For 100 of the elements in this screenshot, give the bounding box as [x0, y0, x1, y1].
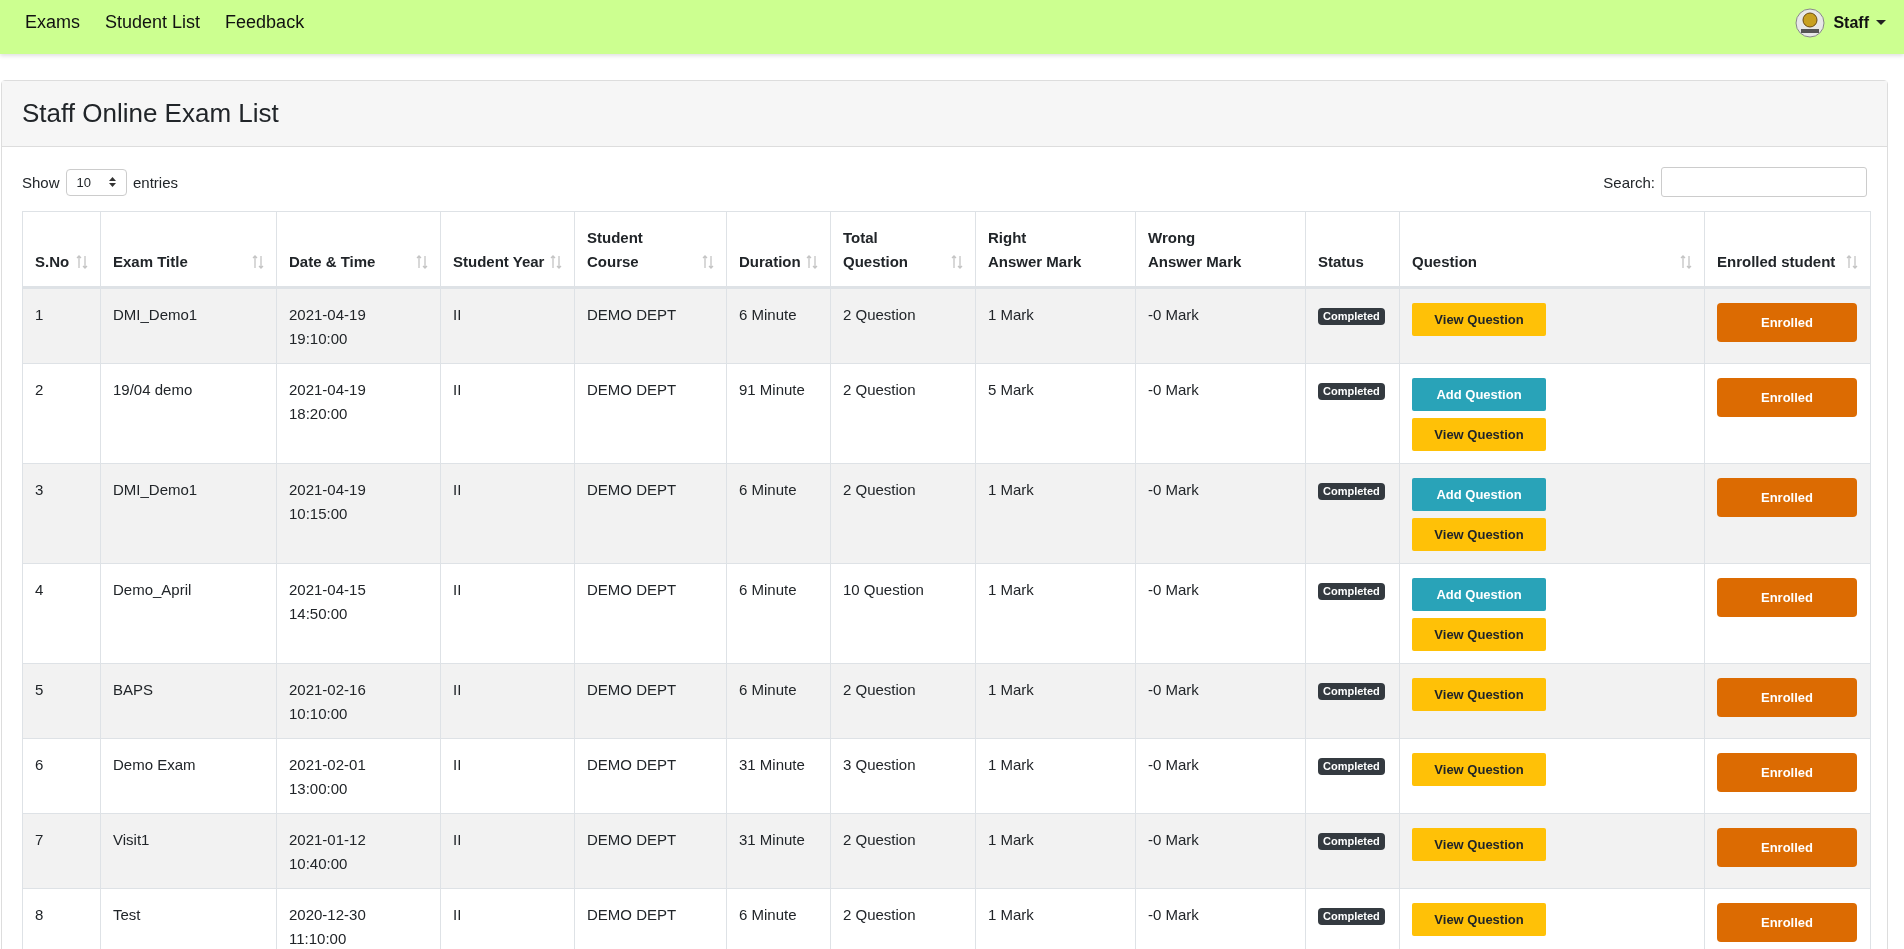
table-cell-text: DEMO DEPT — [587, 480, 677, 500]
table-cell-text: -0 Mark — [1148, 755, 1199, 775]
status-badge: Completed — [1318, 758, 1385, 775]
updown-icon — [109, 177, 116, 187]
emblem-icon — [1795, 8, 1826, 38]
sort-icon[interactable] — [1846, 255, 1858, 269]
column-header[interactable]: Duration — [739, 250, 801, 274]
column-header: Status — [1318, 252, 1364, 272]
table-cell-text: 1 Mark — [988, 830, 1034, 850]
nav-link[interactable]: Student List — [96, 12, 201, 33]
caret-icon — [1876, 20, 1886, 26]
show-label: Show — [22, 173, 60, 191]
sort-icon[interactable] — [252, 255, 264, 269]
search-label: Search: — [1603, 173, 1655, 191]
column-header[interactable]: Exam Title — [113, 250, 188, 274]
table-cell-text: Test — [113, 905, 141, 925]
sort-icon[interactable] — [806, 255, 818, 269]
table-cell-text: 91 Minute — [739, 380, 805, 400]
table-cell-text: -0 Mark — [1148, 580, 1199, 600]
table-cell-text: DMI_Demo1 — [113, 305, 198, 325]
table-cell-text: DEMO DEPT — [587, 580, 677, 600]
table-cell-text: 3 — [35, 480, 44, 500]
status-badge: Completed — [1318, 683, 1385, 700]
view-question-button[interactable]: View Question — [1412, 418, 1546, 451]
table-cell-text: 8 — [35, 905, 44, 925]
table-cell-text: II — [453, 830, 462, 850]
table-cell-text: 1 Mark — [988, 680, 1034, 700]
table-cell-text: 6 Minute — [739, 480, 797, 500]
table-cell-text: 1 Mark — [988, 580, 1034, 600]
table-cell-text: 2 Question — [843, 305, 916, 325]
table-cell-text: 10 Question — [843, 580, 924, 600]
table-cell-text: 1 — [35, 305, 44, 325]
column-header[interactable]: Student Year — [453, 250, 545, 274]
table-cell-text: DEMO DEPT — [587, 380, 677, 400]
table-cell-text: DMI_Demo1 — [113, 480, 198, 500]
page-title: Staff Online Exam List — [22, 98, 279, 129]
column-header[interactable]: Enrolled student — [1717, 250, 1836, 274]
table-cell-text: -0 Mark — [1148, 830, 1199, 850]
table-cell-text: 6 — [35, 755, 44, 775]
table-cell-text: 2021-04-19 19:10:00 — [289, 305, 367, 349]
table-cell-text: 31 Minute — [739, 755, 805, 775]
table-cell-text: 2 Question — [843, 680, 916, 700]
table-cell-text: 1 Mark — [988, 305, 1034, 325]
search-field[interactable] — [1661, 167, 1867, 197]
table-cell-text: 1 Mark — [988, 905, 1034, 925]
table-cell-text: 2021-01-12 10:40:00 — [289, 830, 367, 874]
table-cell-text: 1 Mark — [988, 755, 1034, 775]
table-cell-text: II — [453, 905, 462, 925]
table-cell-text: 2021-04-19 18:20:00 — [289, 380, 367, 424]
column-header[interactable]: Question — [1412, 250, 1477, 274]
table-cell-text: 6 Minute — [739, 305, 797, 325]
table-cell-text: 31 Minute — [739, 830, 805, 850]
sort-icon[interactable] — [951, 255, 963, 269]
nav-link[interactable]: Feedback — [216, 12, 305, 33]
status-badge: Completed — [1318, 308, 1385, 325]
table-cell-text: II — [453, 380, 462, 400]
table-cell-text: DEMO DEPT — [587, 305, 677, 325]
column-header[interactable]: Student Course — [587, 226, 683, 274]
table-cell-text: 1 Mark — [988, 480, 1034, 500]
view-question-button[interactable]: View Question — [1412, 303, 1546, 336]
sort-icon[interactable] — [416, 255, 428, 269]
view-question-button[interactable]: View Question — [1412, 618, 1546, 651]
view-question-button[interactable]: View Question — [1412, 903, 1546, 936]
nav-link[interactable]: Exams — [16, 12, 80, 33]
table-cell-text: -0 Mark — [1148, 480, 1199, 500]
column-header[interactable]: Date & Time — [289, 250, 376, 274]
status-badge: Completed — [1318, 383, 1385, 400]
entries-label: entries — [133, 173, 179, 191]
table-cell-text: 7 — [35, 830, 44, 850]
column-header[interactable]: S.No — [35, 250, 70, 274]
column-header[interactable]: Total Question — [843, 226, 939, 274]
table-cell-text: 4 — [35, 580, 44, 600]
table-cell-text: 2 Question — [843, 830, 916, 850]
user-menu[interactable]: Staff — [1833, 14, 1886, 32]
table-cell-text: II — [453, 480, 462, 500]
table-cell-text: 2021-04-19 10:15:00 — [289, 480, 367, 524]
column-header: Wrong Answer Mark — [1148, 228, 1243, 272]
table-cell-text: 2 Question — [843, 380, 916, 400]
view-question-button[interactable]: View Question — [1412, 828, 1546, 861]
status-badge: Completed — [1318, 908, 1385, 925]
sort-icon[interactable] — [1680, 255, 1692, 269]
table-cell-text: 2021-02-16 10:10:00 — [289, 680, 367, 724]
table-cell-text: 6 Minute — [739, 580, 797, 600]
table-cell-text: II — [453, 580, 462, 600]
table-cell-text: 2021-04-15 14:50:00 — [289, 580, 367, 624]
page-size-select[interactable]: 10 — [65, 168, 127, 196]
table-cell-text: 2 Question — [843, 480, 916, 500]
view-question-button[interactable]: View Question — [1412, 753, 1546, 786]
view-question-button[interactable]: View Question — [1412, 678, 1546, 711]
table-cell-text: -0 Mark — [1148, 905, 1199, 925]
table-cell-text: II — [453, 305, 462, 325]
table-cell-text: -0 Mark — [1148, 680, 1199, 700]
view-question-button[interactable]: View Question — [1412, 518, 1546, 551]
table-cell-text: 2020-12-30 11:10:00 — [289, 905, 367, 949]
sort-icon[interactable] — [76, 255, 88, 269]
sort-icon[interactable] — [550, 255, 562, 269]
table-cell-text: DEMO DEPT — [587, 680, 677, 700]
table-cell-text: 2 — [35, 380, 44, 400]
table-cell-text: -0 Mark — [1148, 305, 1199, 325]
sort-icon[interactable] — [702, 255, 714, 269]
